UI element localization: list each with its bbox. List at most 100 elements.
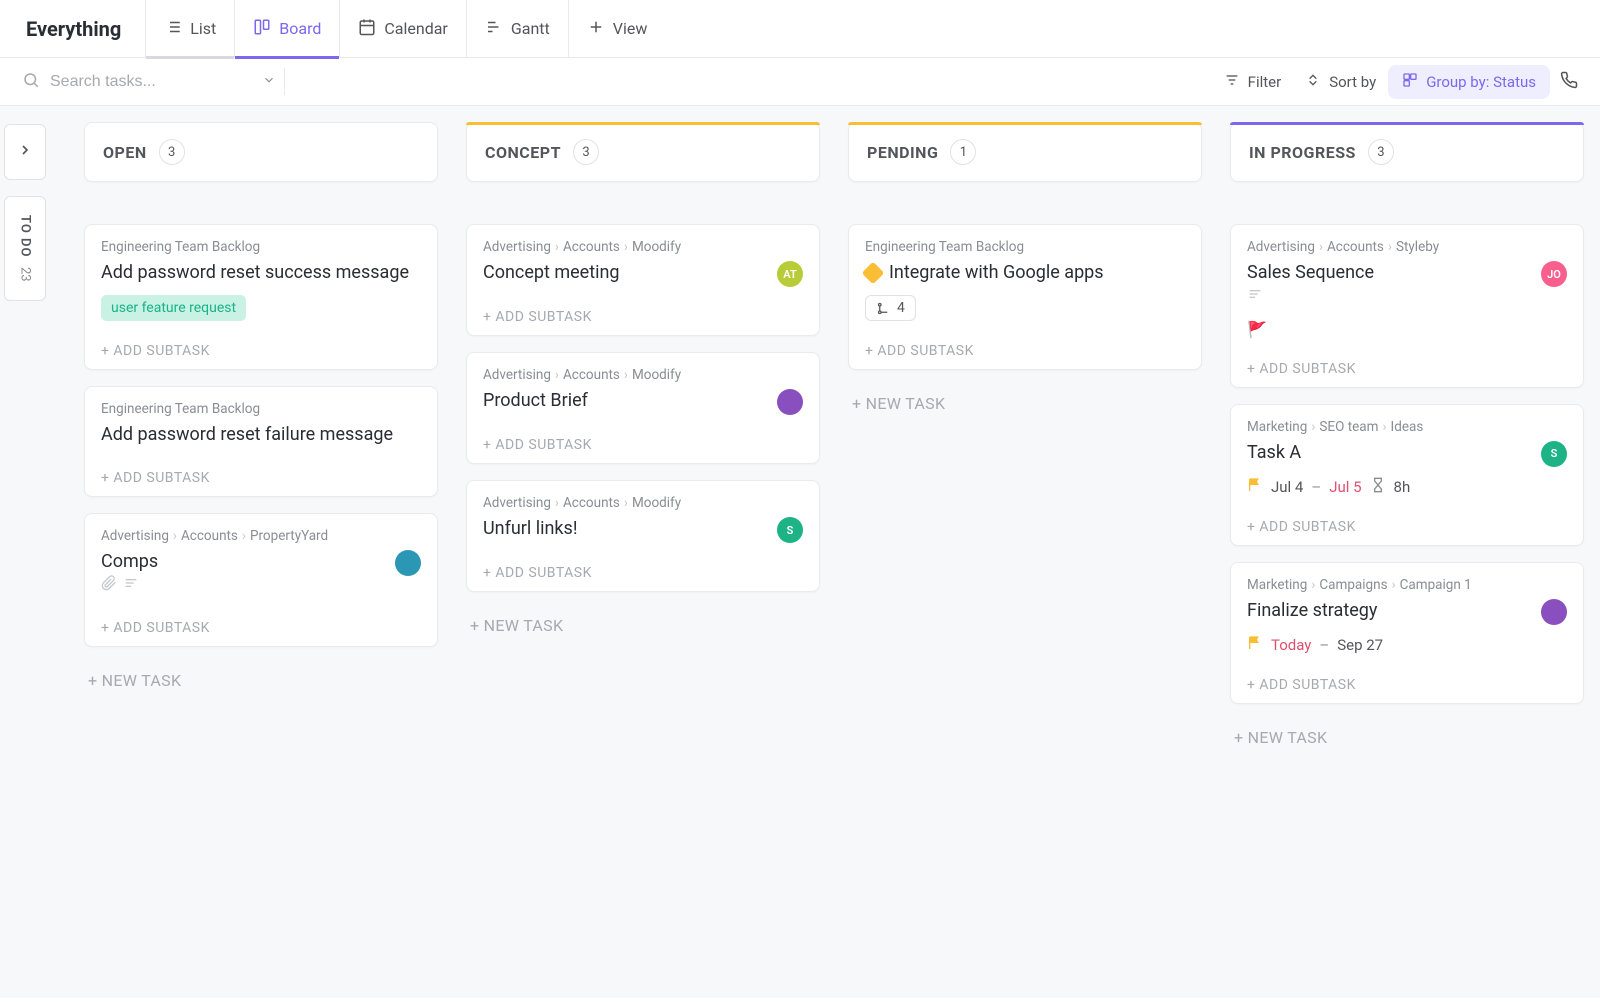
flag-icon[interactable]: 🚩 [1247,320,1267,339]
card-tag[interactable]: user feature request [101,295,246,321]
task-card[interactable]: Advertising›Accounts›MoodifyConcept meet… [466,224,820,336]
column-header[interactable]: OPEN 3 [84,122,438,182]
chevron-right-icon: › [242,528,246,544]
tab-label: Gantt [511,19,550,38]
card-title: Sales Sequence [1247,261,1374,310]
card-title-row: Comps [101,550,421,599]
add-subtask-button[interactable]: + ADD SUBTASK [101,335,421,359]
calendar-icon [358,18,376,40]
task-card[interactable]: Engineering Team Backlog Integrate with G… [848,224,1202,370]
card-breadcrumb: Advertising›Accounts›Moodify [483,367,803,383]
card-title-row: Add password reset success message [101,261,421,285]
column-header[interactable]: IN PROGRESS3 [1230,122,1584,182]
card-breadcrumb: Advertising›Accounts›Moodify [483,239,803,255]
board-column: CONCEPT3 Advertising›Accounts›MoodifyConc… [466,122,820,972]
search-wrap [22,71,250,93]
breadcrumb-item: Advertising [483,239,551,255]
column-header[interactable]: PENDING1 [848,122,1202,182]
start-date[interactable]: Jul 4 [1271,478,1303,496]
tab-add-view[interactable]: View [568,0,666,58]
chevron-right-icon: › [555,495,559,511]
group-by-button[interactable]: Group by: Status [1388,65,1550,99]
add-subtask-button[interactable]: + ADD SUBTASK [101,612,421,636]
group-label: TO DO [18,215,33,257]
task-card[interactable]: Marketing›SEO team›IdeasTask ASJul 4–Jul… [1230,404,1584,546]
add-subtask-button[interactable]: + ADD SUBTASK [483,557,803,581]
card-dates-row: Today–Sep 27 [1247,635,1567,655]
new-task-button[interactable]: + NEW TASK [848,386,1202,421]
tab-label: Calendar [384,19,447,38]
filter-button[interactable]: Filter [1212,66,1294,98]
flag-icon[interactable] [1247,477,1263,497]
add-subtask-button[interactable]: + ADD SUBTASK [101,462,421,486]
left-rail: TO DO 23 [0,106,50,998]
sort-button[interactable]: Sort by [1293,66,1388,98]
add-subtask-button[interactable]: + ADD SUBTASK [1247,511,1567,535]
plus-icon [587,18,605,40]
page-title: Everything [26,17,121,41]
tab-gantt[interactable]: Gantt [466,0,568,58]
search-icon [22,71,40,93]
column-color-bar [848,122,1202,125]
column-title: OPEN [103,143,147,162]
task-card[interactable]: Advertising›Accounts›MoodifyUnfurl links… [466,480,820,592]
board-column: OPEN 3 Engineering Team BacklogAdd passwor… [84,122,438,972]
expand-groups-button[interactable] [4,124,46,180]
add-subtask-button[interactable]: + ADD SUBTASK [1247,669,1567,693]
assignee-avatar[interactable]: JO [1541,261,1567,287]
task-card[interactable]: Engineering Team BacklogAdd password res… [84,386,438,496]
card-title-row: Finalize strategy [1247,599,1567,625]
assignee-avatar[interactable]: AT [777,261,803,287]
tab-list[interactable]: List [145,0,234,58]
breadcrumb-item: Marketing [1247,577,1307,593]
breadcrumb-item: Styleby [1396,239,1439,255]
column-color-bar [1230,122,1584,125]
task-card[interactable]: Advertising›Accounts›Moodify Product Brie… [466,352,820,464]
gantt-icon [485,18,503,40]
task-card[interactable]: Engineering Team BacklogAdd password res… [84,224,438,370]
tab-calendar[interactable]: Calendar [339,0,465,58]
assignee-avatar[interactable] [1541,599,1567,625]
breadcrumb-item: Marketing [1247,419,1307,435]
task-card[interactable]: Marketing›Campaigns›Campaign 1Finalize s… [1230,562,1584,704]
subtask-count-pill[interactable]: 4 [865,295,916,321]
vertical-group-todo[interactable]: TO DO 23 [4,196,46,301]
search-expand[interactable] [254,68,285,95]
add-subtask-button[interactable]: + ADD SUBTASK [483,301,803,325]
add-subtask-button[interactable]: + ADD SUBTASK [1247,353,1567,377]
card-breadcrumb: Engineering Team Backlog [865,239,1185,255]
column-count: 3 [159,139,185,165]
card-breadcrumb: Advertising›Accounts›PropertyYard [101,528,421,544]
breadcrumb-item: Engineering Team Backlog [865,239,1024,255]
tab-board[interactable]: Board [234,0,339,58]
breadcrumb-item: Advertising [101,528,169,544]
task-card[interactable]: Advertising›Accounts›StylebySales Sequen… [1230,224,1584,388]
search-input[interactable] [50,73,250,91]
add-subtask-button[interactable]: + ADD SUBTASK [483,429,803,453]
due-date[interactable]: Sep 27 [1337,636,1383,654]
description-icon [1247,285,1263,309]
card-flag-row: 🚩 [1247,320,1567,339]
card-title: Task A [1247,441,1301,465]
column-header[interactable]: CONCEPT3 [466,122,820,182]
new-task-button[interactable]: + NEW TASK [84,663,438,698]
chevron-right-icon: › [555,367,559,383]
card-title: Integrate with Google apps [865,261,1104,285]
phone-button[interactable] [1560,71,1578,93]
card-title: Product Brief [483,389,588,413]
start-date[interactable]: Today [1271,636,1311,654]
task-card[interactable]: Advertising›Accounts›PropertyYardComps +… [84,513,438,648]
chevron-right-icon: › [1392,577,1396,593]
assignee-avatar[interactable] [395,550,421,576]
assignee-avatar[interactable]: S [1541,441,1567,467]
due-date[interactable]: Jul 5 [1329,478,1361,496]
column-body: Advertising›Accounts›StylebySales Sequen… [1230,224,1584,755]
assignee-avatar[interactable]: S [777,517,803,543]
add-subtask-button[interactable]: + ADD SUBTASK [865,335,1185,359]
new-task-button[interactable]: + NEW TASK [1230,720,1584,755]
new-task-button[interactable]: + NEW TASK [466,608,820,643]
chevron-right-icon: › [1382,419,1386,435]
time-estimate[interactable]: 8h [1394,478,1411,496]
assignee-avatar[interactable] [777,389,803,415]
flag-icon[interactable] [1247,635,1263,655]
